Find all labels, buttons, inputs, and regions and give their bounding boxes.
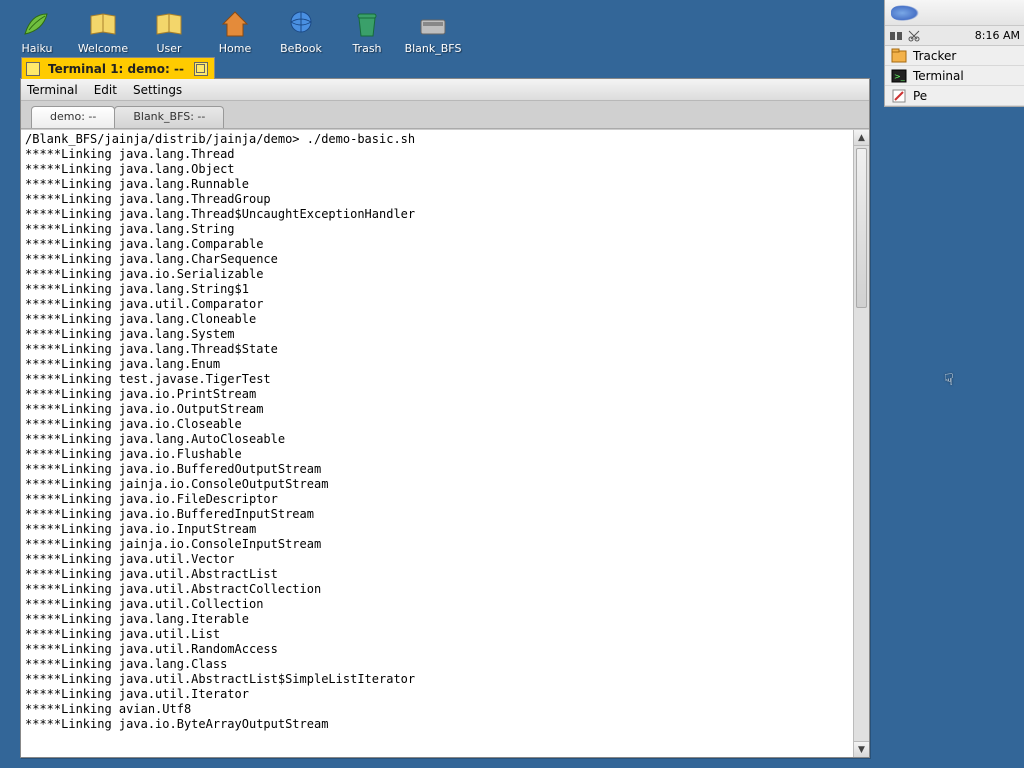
trash-icon	[351, 8, 383, 40]
tab-label: demo: --	[50, 110, 96, 123]
book-icon	[153, 8, 185, 40]
tab-label: Blank_BFS: --	[133, 110, 205, 123]
feather-icon	[891, 5, 919, 21]
menubar: Terminal Edit Settings	[21, 79, 869, 101]
icon-label: Trash	[352, 42, 381, 55]
deskbar-tray: 8:16 AM	[885, 26, 1024, 46]
deskbar-item-terminal[interactable]: >_ Terminal	[885, 66, 1024, 86]
window-titlebar[interactable]: Terminal 1: demo: --	[21, 57, 215, 79]
icon-label: Haiku	[21, 42, 52, 55]
terminal-window: Terminal 1: demo: -- Terminal Edit Setti…	[20, 78, 870, 758]
icon-label: Home	[219, 42, 251, 55]
zoom-button[interactable]	[194, 62, 208, 76]
book-icon	[87, 8, 119, 40]
deskbar-item-pe[interactable]: Pe	[885, 86, 1024, 106]
menu-terminal[interactable]: Terminal	[27, 83, 78, 97]
globe-icon	[285, 8, 317, 40]
close-button[interactable]	[26, 62, 40, 76]
leaf-icon	[21, 8, 53, 40]
desktop-icon-trash[interactable]: Trash	[340, 8, 394, 68]
scrollbar[interactable]: ▲ ▼	[853, 130, 869, 757]
scroll-thumb[interactable]	[856, 148, 867, 308]
deskbar-item-label: Pe	[913, 89, 927, 103]
menu-edit[interactable]: Edit	[94, 83, 117, 97]
deskbar: 8:16 AM Tracker >_ Terminal Pe	[884, 0, 1024, 107]
pe-icon	[891, 88, 907, 104]
icon-label: Blank_BFS	[405, 42, 462, 55]
icon-label: Welcome	[78, 42, 128, 55]
clock[interactable]: 8:16 AM	[975, 29, 1020, 42]
terminal-icon: >_	[891, 68, 907, 84]
tab-blankbfs[interactable]: Blank_BFS: --	[114, 106, 224, 128]
cursor-icon: ☟	[944, 370, 954, 389]
window-title: Terminal 1: demo: --	[48, 62, 184, 76]
disk-icon	[417, 8, 449, 40]
menu-settings[interactable]: Settings	[133, 83, 182, 97]
scroll-down-arrow[interactable]: ▼	[854, 741, 869, 757]
desktop-icon-home[interactable]: Home	[208, 8, 262, 68]
tabstrip: demo: -- Blank_BFS: --	[21, 101, 869, 129]
tray-status-icon[interactable]	[889, 29, 903, 43]
desktop-icon-bebook[interactable]: BeBook	[274, 8, 328, 68]
icon-label: BeBook	[280, 42, 322, 55]
tray-scissors-icon[interactable]	[907, 29, 921, 43]
home-icon	[219, 8, 251, 40]
desktop-icon-blankbfs[interactable]: Blank_BFS	[406, 8, 460, 68]
deskbar-item-tracker[interactable]: Tracker	[885, 46, 1024, 66]
tracker-icon	[891, 48, 907, 64]
deskbar-leaf-menu[interactable]	[885, 0, 1024, 26]
scroll-up-arrow[interactable]: ▲	[854, 130, 869, 146]
svg-text:>_: >_	[894, 72, 906, 81]
deskbar-item-label: Terminal	[913, 69, 964, 83]
terminal-area[interactable]: /Blank_BFS/jainja/distrib/jainja/demo> .…	[21, 129, 869, 757]
tab-demo[interactable]: demo: --	[31, 106, 115, 128]
terminal-output: /Blank_BFS/jainja/distrib/jainja/demo> .…	[21, 130, 869, 734]
deskbar-item-label: Tracker	[913, 49, 956, 63]
